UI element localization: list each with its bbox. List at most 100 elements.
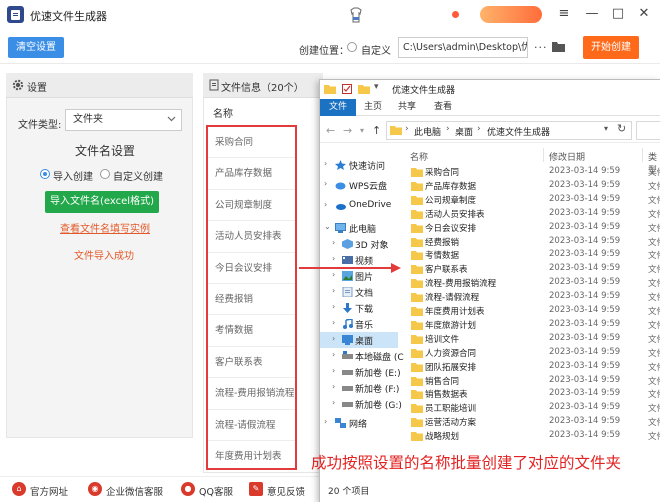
nav-item-downloads[interactable]: › 下载 [320, 300, 398, 316]
footer-link-qq[interactable]: QQ客服 [199, 484, 233, 498]
menu-icon[interactable]: ≡ [556, 6, 572, 22]
nav-item-quick-access[interactable]: › 快速访问 [320, 157, 398, 173]
file-row[interactable]: 人力资源合同 2023-03-14 9:59 文件 [408, 346, 660, 360]
nav-item-local-disk-c[interactable]: › 本地磁盘 (C [320, 348, 404, 364]
nav-item-this-pc[interactable]: ⌄ 此电脑 [320, 220, 398, 236]
tab-share[interactable]: 共享 [392, 99, 422, 116]
file-row[interactable]: 采购合同 2023-03-14 9:59 文件 [408, 165, 660, 179]
column-header-name[interactable]: 名称 [410, 150, 428, 163]
list-item[interactable]: 活动人员安排表 [208, 221, 295, 253]
list-item[interactable]: 公司规章制度 [208, 190, 295, 222]
breadcrumb-this-pc[interactable]: 此电脑 [414, 125, 441, 138]
file-row[interactable]: 流程-费用报销流程 2023-03-14 9:59 文件 [408, 276, 660, 290]
refresh-icon[interactable]: ↻ [617, 122, 626, 135]
forward-arrow-icon[interactable]: → [343, 124, 352, 137]
list-item[interactable]: 产品库存数据 [208, 158, 295, 190]
nav-item-volume-g[interactable]: › 新加卷 (G:) [320, 396, 402, 412]
footer-link-wechat[interactable]: 企业微信客服 [106, 484, 163, 498]
new-folder-icon[interactable] [358, 84, 370, 94]
file-type-select[interactable]: 文件夹 [65, 109, 182, 131]
list-item[interactable]: 采购合同 [208, 127, 295, 159]
nav-item-network[interactable]: › 网络 [320, 415, 398, 431]
file-row[interactable]: 公司规章制度 2023-03-14 9:59 文件 [408, 193, 660, 207]
import-filenames-button[interactable]: 导入文件名(excel格式) [45, 191, 159, 213]
open-folder-icon[interactable] [551, 40, 566, 53]
properties-icon[interactable] [342, 84, 352, 94]
column-header-date[interactable]: 修改日期 [549, 150, 585, 163]
nav-item-onedrive[interactable]: › OneDrive [320, 198, 398, 214]
home-icon[interactable]: ⌂ [12, 482, 26, 496]
import-create-radio[interactable] [40, 169, 50, 179]
file-row[interactable]: 销售数据表 2023-03-14 9:59 文件 [408, 387, 660, 401]
file-row[interactable]: 战略规划 2023-03-14 9:59 文件 [408, 429, 660, 443]
nav-item-volume-f[interactable]: › 新加卷 (F:) [320, 380, 399, 396]
list-item[interactable]: 客户联系表 [208, 347, 295, 379]
file-name: 活动人员安排表 [425, 209, 485, 220]
file-row[interactable]: 销售合同 2023-03-14 9:59 文件 [408, 374, 660, 388]
file-row[interactable]: 考情数据 2023-03-14 9:59 文件 [408, 248, 660, 262]
up-arrow-icon[interactable]: ↑ [372, 124, 381, 137]
file-row[interactable]: 活动人员安排表 2023-03-14 9:59 文件 [408, 207, 660, 221]
file-row[interactable]: 经费报销 2023-03-14 9:59 文件 [408, 235, 660, 249]
footer-link-website[interactable]: 官方网址 [30, 484, 68, 498]
list-item[interactable]: 考情数据 [208, 315, 295, 347]
list-item[interactable]: 经费报销 [208, 284, 295, 316]
file-row[interactable]: 客户联系表 2023-03-14 9:59 文件 [408, 262, 660, 276]
breadcrumb-current-folder[interactable]: 优速文件生成器 [487, 125, 550, 138]
quick-access-dropdown-icon[interactable]: ▾ [374, 82, 379, 92]
nav-item-music[interactable]: › 音乐 [320, 316, 398, 332]
tab-file[interactable]: 文件 [320, 99, 356, 116]
folder-icon [411, 376, 423, 386]
maximize-icon[interactable]: □ [610, 6, 626, 22]
column-divider[interactable] [543, 148, 544, 162]
file-type: 文件 [648, 320, 660, 331]
file-row[interactable]: 今日会议安排 2023-03-14 9:59 文件 [408, 221, 660, 235]
drive-icon [342, 402, 353, 407]
skin-icon[interactable] [348, 7, 364, 23]
back-arrow-icon[interactable]: ← [326, 124, 335, 137]
clear-settings-button[interactable]: 清空设置 [8, 37, 64, 58]
breadcrumb-desktop[interactable]: 桌面 [455, 125, 473, 138]
file-row[interactable]: 团队拓展安排 2023-03-14 9:59 文件 [408, 360, 660, 374]
nav-item-wps-cloud[interactable]: › WPS云盘 [320, 177, 398, 193]
list-item[interactable]: 年度费用计划表 [208, 441, 295, 472]
recent-dropdown-icon[interactable]: ▾ [360, 126, 364, 135]
tab-view[interactable]: 查看 [428, 99, 458, 116]
file-row[interactable]: 流程-请假流程 2023-03-14 9:59 文件 [408, 290, 660, 304]
file-row[interactable]: 年度费用计划表 2023-03-14 9:59 文件 [408, 304, 660, 318]
promo-badge[interactable] [480, 6, 542, 23]
file-row[interactable]: 运营活动方案 2023-03-14 9:59 文件 [408, 415, 660, 429]
footer-link-feedback[interactable]: 意见反馈 [267, 484, 305, 498]
file-row[interactable]: 产品库存数据 2023-03-14 9:59 文件 [408, 179, 660, 193]
qq-icon[interactable]: ● [181, 482, 195, 496]
list-item[interactable]: 今日会议安排 [208, 253, 295, 284]
folder-icon [390, 125, 402, 135]
address-dropdown-icon[interactable]: ▾ [604, 124, 608, 133]
custom-create-radio[interactable] [100, 169, 110, 179]
feedback-icon[interactable]: ✎ [249, 482, 263, 496]
minimize-icon[interactable]: — [584, 6, 600, 22]
file-date: 2023-03-14 9:59 [549, 388, 621, 399]
example-link[interactable]: 查看文件名填写实例 [60, 220, 150, 235]
wechat-icon[interactable]: ◉ [88, 482, 102, 496]
output-path-input[interactable]: C:\Users\admin\Desktop\优速 [398, 37, 528, 58]
nav-item-volume-e[interactable]: › 新加卷 (E:) [320, 364, 401, 380]
close-icon[interactable]: ✕ [636, 6, 652, 22]
list-item[interactable]: 流程-请假流程 [208, 410, 295, 441]
custom-create-label: 自定义创建 [113, 172, 163, 183]
file-type-label: 文件类型: [18, 120, 62, 131]
column-divider[interactable] [642, 148, 643, 162]
file-row[interactable]: 年度旅游计划 2023-03-14 9:59 文件 [408, 318, 660, 332]
settings-title: 设置 [27, 83, 47, 94]
custom-location-radio[interactable] [347, 42, 357, 52]
nav-item-desktop[interactable]: › 桌面 [320, 332, 398, 348]
nav-item-3d-objects[interactable]: › 3D 对象 [320, 236, 398, 252]
list-item[interactable]: 流程-费用报销流程 [208, 378, 295, 410]
tab-home[interactable]: 主页 [358, 99, 388, 116]
start-create-button[interactable]: 开始创建 [583, 36, 639, 59]
nav-item-documents[interactable]: › 文档 [320, 284, 398, 300]
file-row[interactable]: 员工职能培训 2023-03-14 9:59 文件 [408, 401, 660, 415]
browse-more-button[interactable]: ··· [534, 41, 548, 54]
file-row[interactable]: 培训文件 2023-03-14 9:59 文件 [408, 332, 660, 346]
search-box[interactable] [636, 121, 660, 140]
